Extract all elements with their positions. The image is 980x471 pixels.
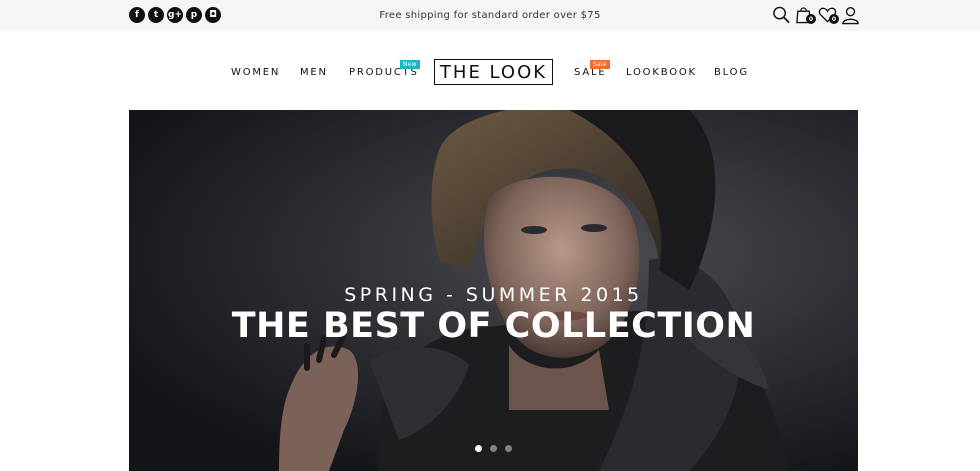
slider-dot-2[interactable] bbox=[490, 445, 497, 452]
sale-badge: Sale bbox=[590, 60, 610, 69]
hero-subtitle: SPRING - SUMMER 2015 bbox=[344, 284, 643, 306]
nav-item-men[interactable]: MEN bbox=[300, 67, 328, 78]
search-icon[interactable] bbox=[772, 5, 791, 25]
slider-pagination bbox=[475, 445, 512, 452]
top-bar: f t g+ p ◘ Free shipping for standard or… bbox=[0, 0, 980, 31]
site-logo[interactable]: THE LOOK bbox=[434, 59, 553, 85]
new-badge: New bbox=[400, 60, 420, 69]
nav-item-women[interactable]: WOMEN bbox=[231, 67, 280, 78]
header-actions: 0 0 bbox=[772, 5, 860, 25]
wishlist-count-badge: 0 bbox=[829, 14, 839, 24]
nav-item-lookbook[interactable]: LOOKBOOK bbox=[626, 67, 697, 78]
logo-text: THE LOOK bbox=[439, 61, 548, 83]
slider-dot-1[interactable] bbox=[475, 445, 482, 452]
slider-dot-3[interactable] bbox=[505, 445, 512, 452]
cart-icon[interactable]: 0 bbox=[795, 5, 816, 25]
wishlist-icon[interactable]: 0 bbox=[818, 5, 839, 25]
cart-count-badge: 0 bbox=[806, 14, 816, 24]
hero-title: THE BEST OF COLLECTION bbox=[231, 306, 756, 346]
nav-item-blog[interactable]: BLOG bbox=[714, 67, 749, 78]
user-account-icon[interactable] bbox=[841, 5, 860, 25]
hero-slider[interactable]: SPRING - SUMMER 2015 THE BEST OF COLLECT… bbox=[129, 110, 858, 471]
